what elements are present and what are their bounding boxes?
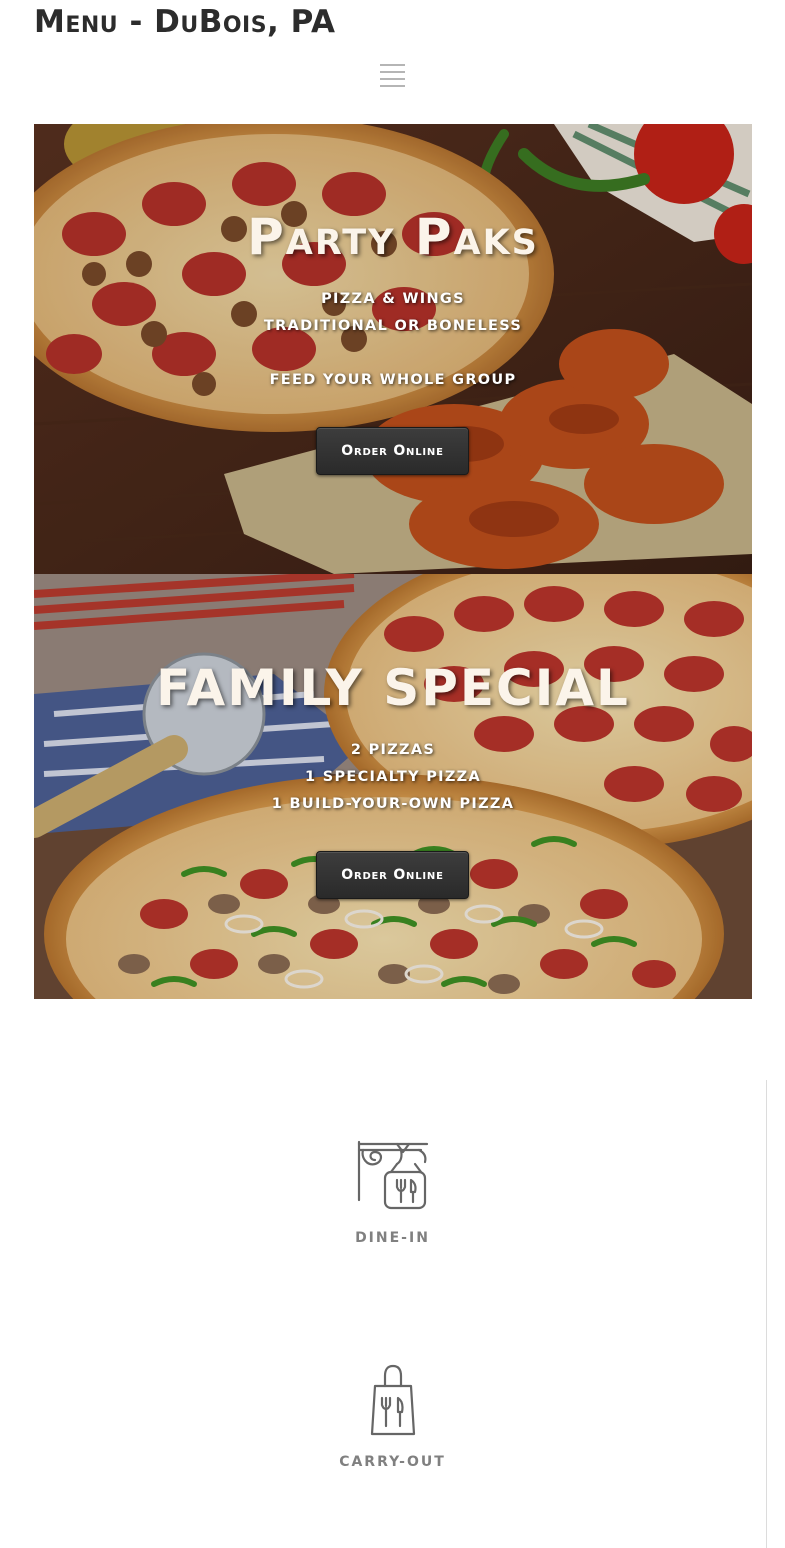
promo-line-spacer [34, 340, 752, 367]
promo-line: 1 SPECIALTY PIZZA [304, 769, 482, 785]
promo-line: TRADITIONAL OR BONELESS [263, 318, 523, 334]
service-carry-out[interactable]: CARRY-OUT [0, 1364, 785, 1470]
order-online-button[interactable]: Order Online [316, 851, 469, 899]
carry-out-bag-icon [370, 1364, 415, 1436]
promo-party-paks: Party Paks PIZZA & WINGS TRADITIONAL OR … [34, 124, 752, 574]
promo-line: 2 PIZZAS [350, 742, 436, 758]
hamburger-menu-icon[interactable] [380, 64, 405, 87]
promo-line: 1 BUILD-YOUR-OWN PIZZA [271, 796, 515, 812]
promo-family-special: FAMILY SPECIAL 2 PIZZAS 1 SPECIALTY PIZZ… [34, 574, 752, 999]
page-title: Menu - DuBois, PA [34, 4, 336, 40]
promo-line: PIZZA & WINGS [321, 291, 465, 307]
service-label: CARRY-OUT [339, 1454, 446, 1470]
order-online-button[interactable]: Order Online [316, 427, 469, 475]
service-dine-in[interactable]: DINE-IN [0, 1140, 785, 1246]
promo-title: Party Paks [247, 208, 539, 266]
promo-title: FAMILY SPECIAL [156, 659, 630, 717]
promo-line: FEED YOUR WHOLE GROUP [269, 372, 517, 388]
divider [766, 1080, 767, 1548]
hanging-sign-icon [357, 1140, 428, 1210]
service-label: DINE-IN [355, 1230, 430, 1246]
